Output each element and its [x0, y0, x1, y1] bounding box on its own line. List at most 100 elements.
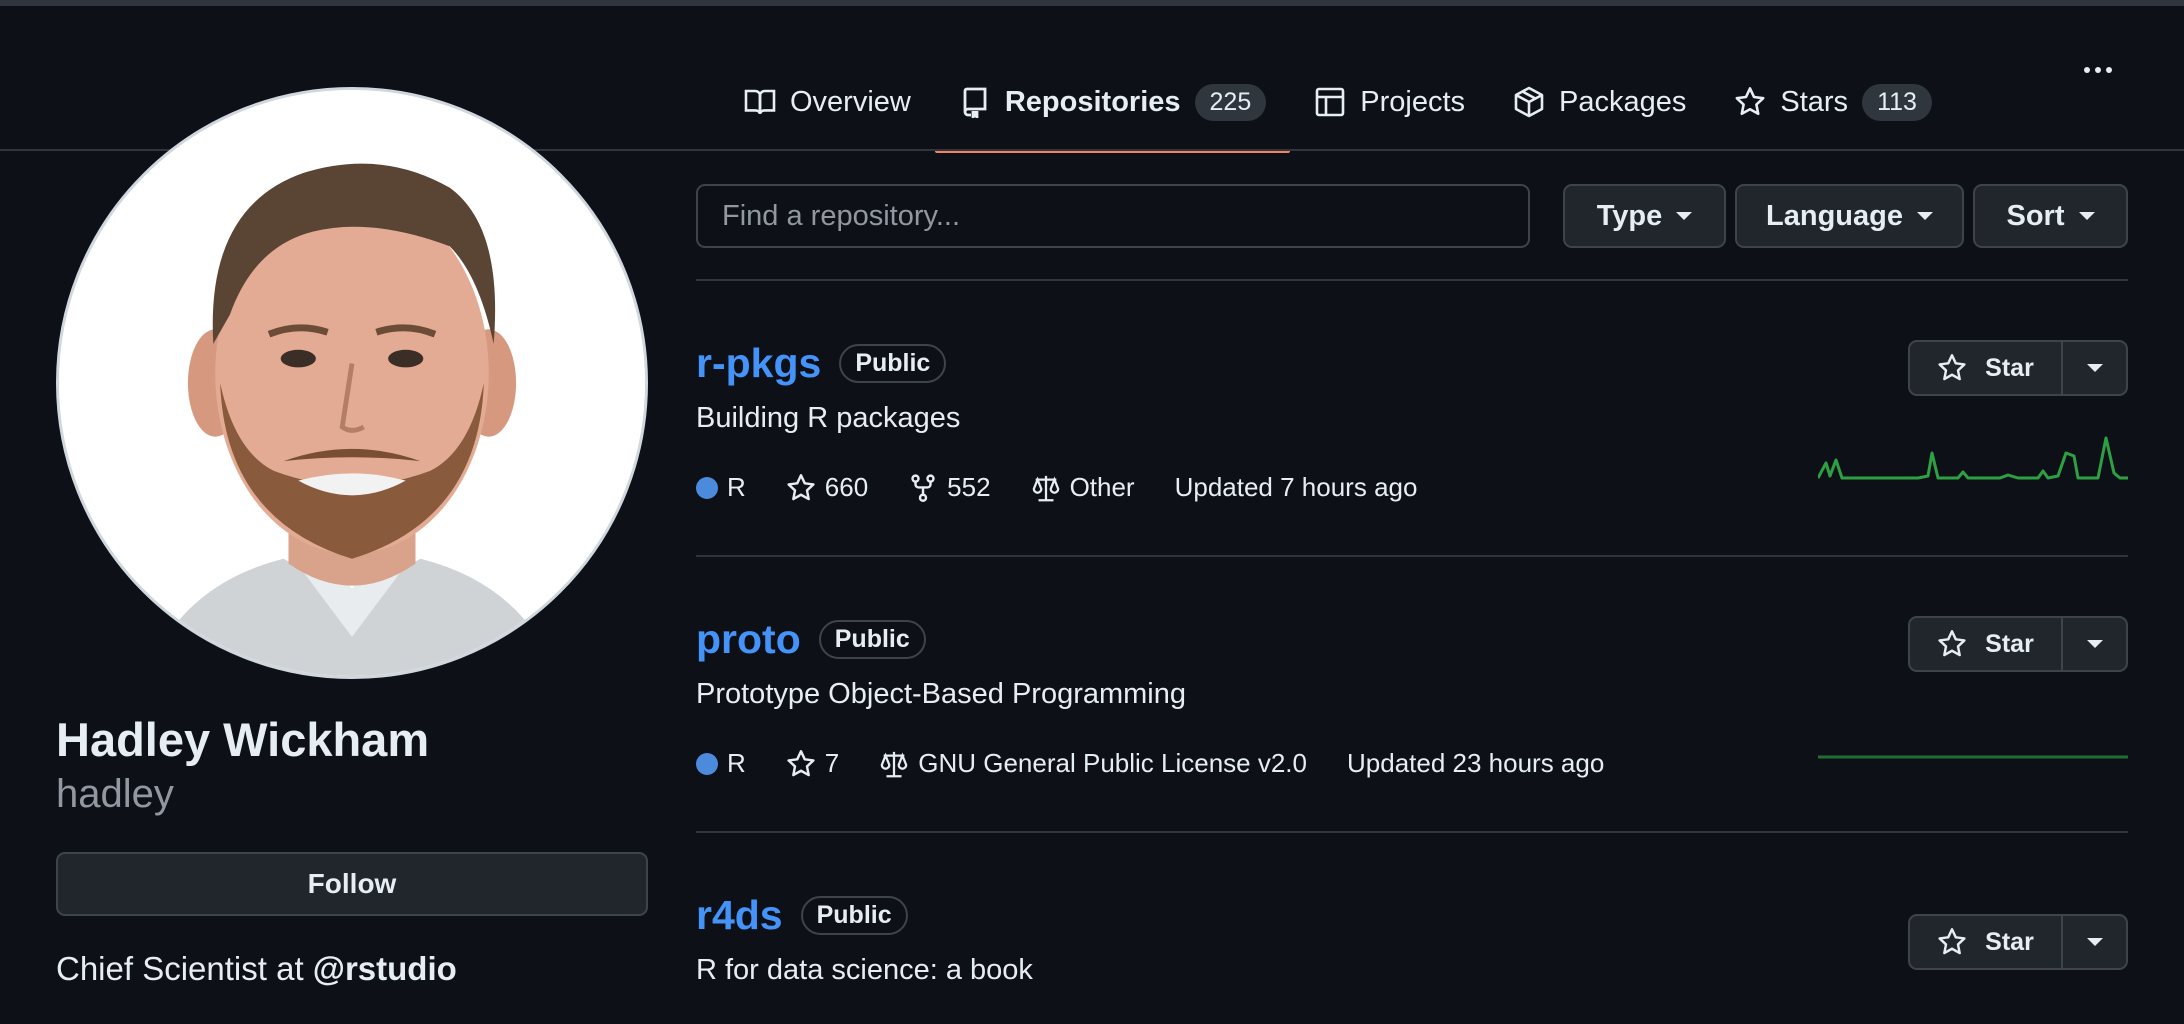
- chevron-down-icon: [2086, 640, 2103, 648]
- bio-text: Chief Scientist at: [56, 950, 313, 987]
- tab-label: Repositories: [1004, 85, 1181, 118]
- search-input[interactable]: [696, 184, 1530, 248]
- repo-list-item: proto Public Prototype Object-Based Prog…: [696, 616, 2128, 816]
- stars-count: 660: [824, 472, 869, 502]
- type-filter-label: Type: [1596, 199, 1663, 232]
- star-icon: [787, 749, 815, 776]
- repo-name-link[interactable]: proto: [696, 616, 801, 663]
- activity-sparkline: [1818, 436, 2128, 480]
- repo-list-item: r-pkgs Public Building R packages R 660 …: [696, 340, 2128, 540]
- star-button[interactable]: Star: [1910, 618, 2063, 670]
- language-color-dot: [696, 476, 718, 499]
- type-filter-button[interactable]: Type: [1563, 184, 1726, 248]
- visibility-badge: Public: [839, 344, 947, 383]
- repo-icon: [963, 87, 987, 118]
- sort-filter-label: Sort: [2006, 199, 2065, 232]
- follow-button[interactable]: Follow: [56, 852, 648, 916]
- profile-name: Hadley Wickham: [56, 713, 430, 766]
- license-label: Other: [1069, 472, 1135, 502]
- repo-description: R for data science: a book: [696, 954, 1033, 986]
- star-lists-dropdown[interactable]: [2063, 618, 2126, 670]
- repo-updated: Updated 23 hours ago: [1347, 748, 1605, 778]
- visibility-badge: Public: [818, 620, 926, 659]
- repo-language: R: [696, 748, 746, 779]
- star-icon: [1938, 928, 1966, 955]
- activity-sparkline: [1818, 755, 2128, 759]
- chevron-down-icon: [1916, 212, 1933, 220]
- chevron-down-icon: [2086, 938, 2103, 946]
- sort-filter-button[interactable]: Sort: [1973, 184, 2128, 248]
- repo-meta: R 7 GNU General Public License v2.0 Upda…: [696, 748, 1644, 779]
- star-button[interactable]: Star: [1910, 916, 2063, 968]
- chevron-down-icon: [1676, 212, 1693, 220]
- star-label: Star: [1985, 353, 2034, 382]
- list-divider: [696, 831, 2128, 833]
- repo-description: Prototype Object-Based Programming: [696, 678, 1186, 710]
- repo-meta: R 660 552 Other Updated 7 hours ago: [696, 472, 1457, 503]
- license-label: GNU General Public License v2.0: [918, 748, 1307, 778]
- table-icon: [1315, 87, 1345, 117]
- repo-header: proto Public: [696, 616, 926, 663]
- language-filter-label: Language: [1766, 199, 1903, 232]
- chevron-down-icon: [2086, 364, 2103, 372]
- profile-username: hadley: [56, 772, 174, 816]
- language-color-dot: [696, 752, 718, 775]
- repo-list-item: r4ds Public R for data science: a book S…: [696, 892, 2128, 1022]
- star-icon: [1735, 87, 1765, 116]
- repositories-count-badge: 225: [1194, 83, 1267, 121]
- tab-packages[interactable]: Packages: [1489, 70, 1710, 134]
- forks-count: 552: [947, 472, 991, 502]
- star-icon: [787, 473, 815, 500]
- star-lists-dropdown[interactable]: [2063, 342, 2126, 394]
- star-label: Star: [1985, 927, 2034, 956]
- star-button-group: Star: [1908, 914, 2128, 970]
- chevron-down-icon: [2078, 212, 2095, 220]
- tab-overview[interactable]: Overview: [720, 70, 935, 134]
- star-icon: [1938, 630, 1966, 657]
- tab-repositories[interactable]: Repositories 225: [934, 70, 1291, 153]
- repo-name-link[interactable]: r-pkgs: [696, 340, 821, 387]
- star-button-group: Star: [1908, 616, 2128, 672]
- avatar[interactable]: [56, 87, 648, 679]
- repo-name-link[interactable]: r4ds: [696, 892, 783, 939]
- repo-forks-link[interactable]: 552: [908, 472, 991, 503]
- star-button[interactable]: Star: [1910, 342, 2063, 394]
- star-icon: [1938, 354, 1966, 381]
- stars-count: 7: [824, 748, 840, 778]
- repo-stars-link[interactable]: 660: [786, 472, 868, 503]
- star-lists-dropdown[interactable]: [2063, 916, 2126, 968]
- law-icon: [1032, 475, 1059, 501]
- tab-label: Packages: [1559, 85, 1687, 118]
- language-filter-button[interactable]: Language: [1735, 184, 1964, 248]
- profile-nav: Overview Repositories 225 Projects Packa…: [720, 70, 1956, 153]
- tab-label: Overview: [790, 85, 911, 118]
- repo-header: r4ds Public: [696, 892, 908, 939]
- language-label: R: [727, 748, 746, 778]
- book-icon: [744, 89, 776, 115]
- tab-projects[interactable]: Projects: [1290, 70, 1489, 134]
- top-border: [0, 0, 2184, 6]
- repo-description: Building R packages: [696, 402, 961, 434]
- list-divider: [696, 279, 2128, 281]
- tab-label: Stars: [1780, 85, 1849, 118]
- package-icon: [1514, 86, 1544, 118]
- bio-org-link[interactable]: @rstudio: [313, 950, 457, 987]
- law-icon: [880, 751, 908, 777]
- repo-language: R: [696, 472, 746, 503]
- repo-stars-link[interactable]: 7: [786, 748, 839, 779]
- profile-bio: Chief Scientist at @rstudio: [56, 950, 457, 988]
- kebab-icon[interactable]: [2080, 52, 2116, 88]
- repo-updated: Updated 7 hours ago: [1174, 472, 1418, 502]
- star-button-group: Star: [1908, 340, 2128, 396]
- repo-header: r-pkgs Public: [696, 340, 947, 387]
- star-label: Star: [1985, 629, 2034, 658]
- avatar-photo: [59, 90, 645, 676]
- fork-icon: [911, 473, 935, 502]
- repo-license: GNU General Public License v2.0: [879, 748, 1307, 779]
- visibility-badge: Public: [800, 896, 908, 935]
- language-label: R: [727, 472, 746, 502]
- tab-stars[interactable]: Stars 113: [1710, 70, 1956, 134]
- stars-count-badge: 113: [1862, 83, 1932, 121]
- list-divider: [696, 555, 2128, 557]
- tab-label: Projects: [1360, 85, 1466, 118]
